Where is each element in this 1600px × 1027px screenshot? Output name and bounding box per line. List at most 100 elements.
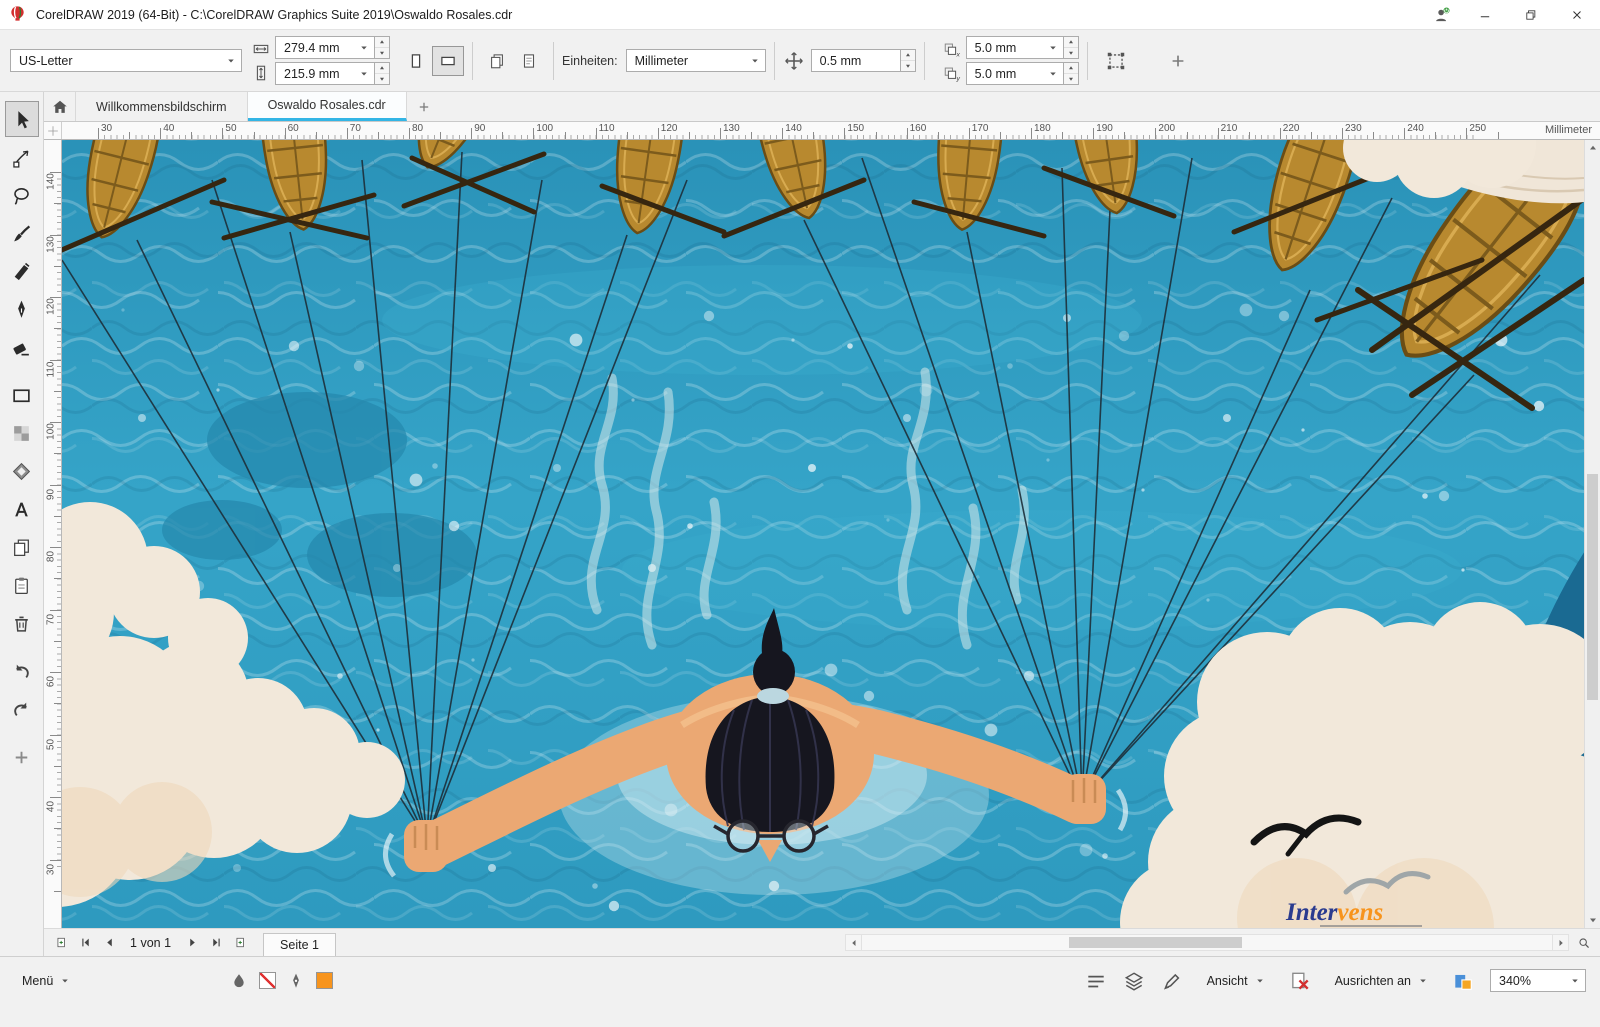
nudge-value: 0.5 mm (820, 54, 862, 68)
status-menu-button[interactable]: Menü (14, 970, 78, 992)
artistic-media-tool[interactable] (5, 215, 39, 251)
page-height-spinner[interactable] (375, 62, 390, 85)
add-page-before-button[interactable] (50, 932, 72, 954)
duplicate-y-value: 5.0 mm (975, 67, 1017, 81)
chevron-down-icon (226, 56, 236, 66)
duplicate-y-spinner[interactable] (1064, 62, 1079, 85)
zoom-combobox[interactable]: 340% (1490, 969, 1586, 992)
copy-tool[interactable] (5, 529, 39, 565)
right-arrow-icon (1556, 938, 1566, 948)
minimize-button[interactable] (1462, 0, 1508, 29)
redo-button[interactable] (5, 691, 39, 727)
bounding-box-icon (1105, 50, 1127, 72)
all-pages-icon (488, 52, 506, 70)
canvas-artwork[interactable]: Intervens (62, 140, 1584, 928)
shape-tool[interactable] (5, 139, 39, 175)
tab-welcome-screen[interactable]: Willkommensbildschirm (76, 92, 248, 121)
chevron-down-icon (359, 43, 369, 53)
home-tab-button[interactable] (44, 92, 76, 121)
horizontal-scroll-track[interactable] (862, 934, 1552, 951)
document-navigator-button[interactable] (1574, 933, 1594, 953)
title-bar: CorelDRAW 2019 (64-Bit) - C:\CorelDRAW G… (0, 0, 1600, 30)
artistic-media-tool-icon (11, 223, 32, 244)
add-page-after-button[interactable] (229, 932, 251, 954)
current-page-number[interactable]: 1 (130, 936, 137, 950)
restore-button[interactable] (1508, 0, 1554, 29)
horizontal-scroll-thumb[interactable] (1069, 937, 1242, 948)
snap-off-icon[interactable] (1289, 970, 1311, 992)
scroll-left-button[interactable] (845, 934, 862, 951)
eraser-tool-icon (11, 337, 32, 358)
page-width-spinner[interactable] (375, 36, 390, 59)
outline-color-swatch[interactable] (316, 972, 333, 989)
all-pages-button[interactable] (481, 46, 513, 76)
nudge-spinner[interactable] (901, 49, 916, 72)
units-select[interactable]: Millimeter (626, 49, 766, 72)
pen-tool[interactable] (5, 291, 39, 327)
account-button[interactable] (1422, 0, 1462, 29)
scroll-down-button[interactable] (1585, 912, 1600, 928)
delete-tool[interactable] (5, 605, 39, 641)
add-tool-button-icon (11, 747, 32, 768)
close-button[interactable] (1554, 0, 1600, 29)
duplicate-x-spinner[interactable] (1064, 36, 1079, 59)
scroll-up-button[interactable] (1585, 140, 1600, 156)
duplicate-y-icon: y (943, 64, 961, 82)
page-width-field[interactable]: 279.4 mm (275, 36, 375, 59)
drawing-canvas[interactable]: Intervens (62, 140, 1584, 928)
last-page-button[interactable] (205, 932, 227, 954)
lasso-tool[interactable] (5, 177, 39, 213)
portrait-orientation-button[interactable] (400, 46, 432, 76)
page-tab[interactable]: Seite 1 (263, 933, 336, 956)
vertical-ruler[interactable]: 14013012011010090807060504030 (44, 140, 62, 928)
last-page-icon (210, 936, 223, 949)
ruler-origin[interactable] (44, 122, 62, 139)
next-page-button[interactable] (181, 932, 203, 954)
vertical-scroll-thumb[interactable] (1587, 474, 1598, 701)
nudge-field[interactable]: 0.5 mm (811, 49, 901, 72)
vertical-scrollbar[interactable] (1584, 140, 1600, 928)
home-icon (51, 98, 69, 116)
nudge-icon (783, 50, 805, 72)
duplicate-y-field[interactable]: 5.0 mm (966, 62, 1064, 85)
rectangle-tool-icon (11, 385, 32, 406)
zoom-page-icon[interactable] (1452, 970, 1474, 992)
snap-to-button[interactable]: Ausrichten an (1327, 970, 1436, 992)
current-page-button[interactable] (513, 46, 545, 76)
scroll-right-button[interactable] (1552, 934, 1569, 951)
duplicate-x-field[interactable]: 5.0 mm (966, 36, 1064, 59)
outline-pen-icon (287, 972, 305, 990)
new-document-tab-button[interactable] (407, 92, 441, 121)
add-tool-button[interactable] (5, 739, 39, 775)
pick-tool-icon (11, 109, 32, 130)
vertical-scroll-track[interactable] (1585, 156, 1600, 912)
previous-page-button[interactable] (98, 932, 120, 954)
horizontal-scrollbar[interactable] (845, 934, 1569, 951)
duplicate-x-icon: x (943, 40, 961, 58)
rectangle-tool[interactable] (5, 377, 39, 413)
horizontal-ruler[interactable]: Millimeter 30405060708090100110120130140… (62, 122, 1600, 139)
chevron-down-icon (1255, 976, 1265, 986)
calligraphy-tool[interactable] (5, 253, 39, 289)
fill-tool-icon (11, 461, 32, 482)
transparency-tool[interactable] (5, 415, 39, 451)
object-properties-icon[interactable] (1085, 970, 1107, 992)
view-mode-button[interactable]: Ansicht (1199, 970, 1273, 992)
coreldraw-logo-icon (8, 5, 27, 24)
landscape-orientation-button[interactable] (432, 46, 464, 76)
tab-document[interactable]: Oswaldo Rosales.cdr (248, 92, 407, 121)
treat-as-filled-button[interactable] (1096, 41, 1136, 81)
customize-toolbar-button[interactable] (1162, 46, 1194, 76)
pen-settings-icon[interactable] (1161, 970, 1183, 992)
eraser-tool[interactable] (5, 329, 39, 365)
layers-icon[interactable] (1123, 970, 1145, 992)
fill-color-swatch[interactable] (259, 972, 276, 989)
pick-tool[interactable] (5, 101, 39, 137)
first-page-button[interactable] (74, 932, 96, 954)
undo-button[interactable] (5, 653, 39, 689)
paste-tool[interactable] (5, 567, 39, 603)
fill-tool[interactable] (5, 453, 39, 489)
page-height-field[interactable]: 215.9 mm (275, 62, 375, 85)
text-tool[interactable] (5, 491, 39, 527)
page-size-select[interactable]: US-Letter (10, 49, 242, 72)
